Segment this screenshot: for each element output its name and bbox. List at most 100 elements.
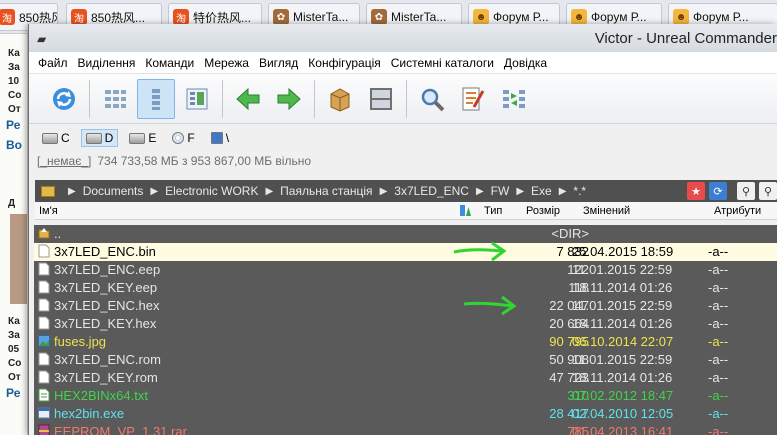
file-date: 07.02.2012 18:47 [572,388,674,403]
sort-direction-icon[interactable] [459,204,471,217]
menu-item[interactable]: Команди [140,56,199,70]
col-modified[interactable]: Змінений [583,205,630,217]
thumbnails-button[interactable] [178,79,216,119]
path-crumb[interactable]: ▶ Documents [61,184,143,198]
drive-letter: E [148,131,157,145]
history-icon[interactable]: ⟳ [709,182,727,200]
volume-label[interactable]: [_немає_] [37,154,91,168]
file-attributes: -a-- [708,424,729,435]
path-crumb[interactable]: ▶ FW [469,184,509,198]
menu-item[interactable]: Мережа [199,56,254,70]
page-text-fragment: 10 [8,76,20,87]
forward-arrow-icon [275,85,303,113]
image-file-icon [38,334,50,348]
file-attributes: -a-- [708,298,729,313]
file-name: fuses.jpg [54,334,107,349]
hotlist-icon[interactable]: ⚲ [759,182,777,200]
browser-tab-label: 特价热风... [193,10,252,25]
refresh-button[interactable] [45,79,83,119]
toolbar-separator [222,79,223,118]
path-crumb-label: *.* [573,184,587,198]
path-crumb[interactable]: ▶ Electronic WORK [143,184,258,198]
col-name[interactable]: Ім'я [39,205,58,217]
cat-icon: ☻ [473,9,489,25]
drive-button[interactable]: F [167,129,199,147]
window-menu-icon[interactable]: ▰ [37,32,46,46]
file-row[interactable]: 3x7LED_ENC.eep 122 11.01.2015 22:59 -a-- [34,261,777,279]
back-arrow-button[interactable] [229,79,267,119]
menu-item[interactable]: Виділення [73,56,141,70]
drive-button[interactable]: E [124,129,161,147]
sync-dirs-button[interactable] [495,79,533,119]
menu-item[interactable]: Конфігурація [303,56,385,70]
file-row[interactable]: fuses.jpg 90 795 06.10.2014 22:07 -a-- [34,333,777,351]
page-text-fragment: От [8,104,21,115]
file-row[interactable]: 3x7LED_KEY.eep 118 18.11.2014 01:26 -a-- [34,279,777,297]
file-date: 02.04.2010 12:05 [572,406,674,421]
drive-letter: D [104,131,114,145]
menu-item[interactable]: Вигляд [254,56,303,70]
folder-icon [41,185,55,197]
path-crumb[interactable]: ▶ Exe [509,184,551,198]
drive-letter: F [187,131,195,145]
path-crumb-label: Паяльна станція [280,184,373,198]
brief-view-icon [101,85,129,113]
drive-button[interactable]: C [37,129,75,147]
chevron-right-icon: ▶ [475,185,484,197]
file-row[interactable]: hex2bin.exe 28 417 02.04.2010 12:05 -a-- [34,405,777,423]
path-crumb[interactable]: ▶ *.* [552,184,586,198]
drive-button[interactable]: \ [206,129,234,147]
file-row[interactable]: 3x7LED_ENC.hex 22 047 11.01.2015 22:59 -a-- [34,297,777,315]
menu-item[interactable]: Довідка [499,56,552,70]
file-name: EEPROM_VP_1.31.rar [54,424,187,435]
menu-item[interactable]: Файл [33,56,73,70]
brief-view-button[interactable] [96,79,134,119]
file-row[interactable]: 3x7LED_ENC.rom 50 908 11.01.2015 22:59 -a-- [34,351,777,369]
file-row[interactable]: HEX2BINx64.txt 310 07.02.2012 18:47 -a-- [34,387,777,405]
favorites-icon[interactable]: ★ [687,182,705,200]
col-attributes[interactable]: Атрибути [714,205,761,217]
drive-letter: C [61,131,70,145]
archive-button[interactable] [321,79,359,119]
file-icon [38,244,50,258]
forward-arrow-button[interactable] [270,79,308,119]
file-row[interactable]: 3x7LED_ENC.bin 7 832 25.04.2015 18:59 -a-- [34,243,777,261]
col-size[interactable]: Розмір [526,205,560,217]
menu-item[interactable]: Системні каталоги [386,56,499,70]
file-name: 3x7LED_KEY.eep [54,280,158,295]
file-row[interactable]: 3x7LED_KEY.hex 20 664 18.11.2014 01:26 -a-- [34,315,777,333]
page-text-fragment: Во [6,138,22,152]
col-type[interactable]: Тип [484,205,502,217]
multi-rename-button[interactable] [454,79,492,119]
file-date: 25.04.2015 18:59 [572,244,674,259]
detailed-view-button[interactable] [137,78,175,119]
file-attributes: -a-- [708,316,729,331]
path-crumb-label: FW [490,184,510,198]
archive-icon [326,85,354,113]
browser-tab-label: Форум Р... [493,10,549,24]
chevron-right-icon: ▶ [516,185,525,197]
title-bar: ▰ Victor - Unreal Commander [29,24,777,52]
network-button[interactable] [362,79,400,119]
page-text-fragment: Д [8,198,16,209]
search-button[interactable] [413,79,451,119]
file-attributes: -a-- [708,334,729,349]
paw-icon: ✿ [371,9,387,25]
path-crumb[interactable]: ▶ 3x7LED_ENC [373,184,469,198]
drive-button[interactable]: D [80,129,119,147]
browser-tab-label: MisterTa... [391,10,447,24]
toolbar-separator [314,79,315,118]
link-icon[interactable]: ⚲ [737,182,755,200]
browser-tab-label: 850热风... [91,10,146,25]
file-row[interactable]: .. <DIR> [34,225,777,243]
path-crumb[interactable]: ▶ Паяльна станція [258,184,372,198]
file-name: 3x7LED_KEY.rom [54,370,158,385]
page-text-fragment: Со [8,90,22,101]
page-text-fragment: За [8,62,20,73]
drive-letter: \ [225,131,230,145]
chevron-right-icon: ▶ [379,185,388,197]
file-row[interactable]: 3x7LED_KEY.rom 47 723 18.11.2014 01:26 -a-- [34,369,777,387]
file-row[interactable]: EEPROM_VP_1.31.rar 785 01.04.2013 16:41 -a-… [34,423,777,435]
hard-drive-icon [85,132,102,144]
menu-bar: Файл Виділення Команди Мережа Вигляд Конфігур… [29,52,777,74]
